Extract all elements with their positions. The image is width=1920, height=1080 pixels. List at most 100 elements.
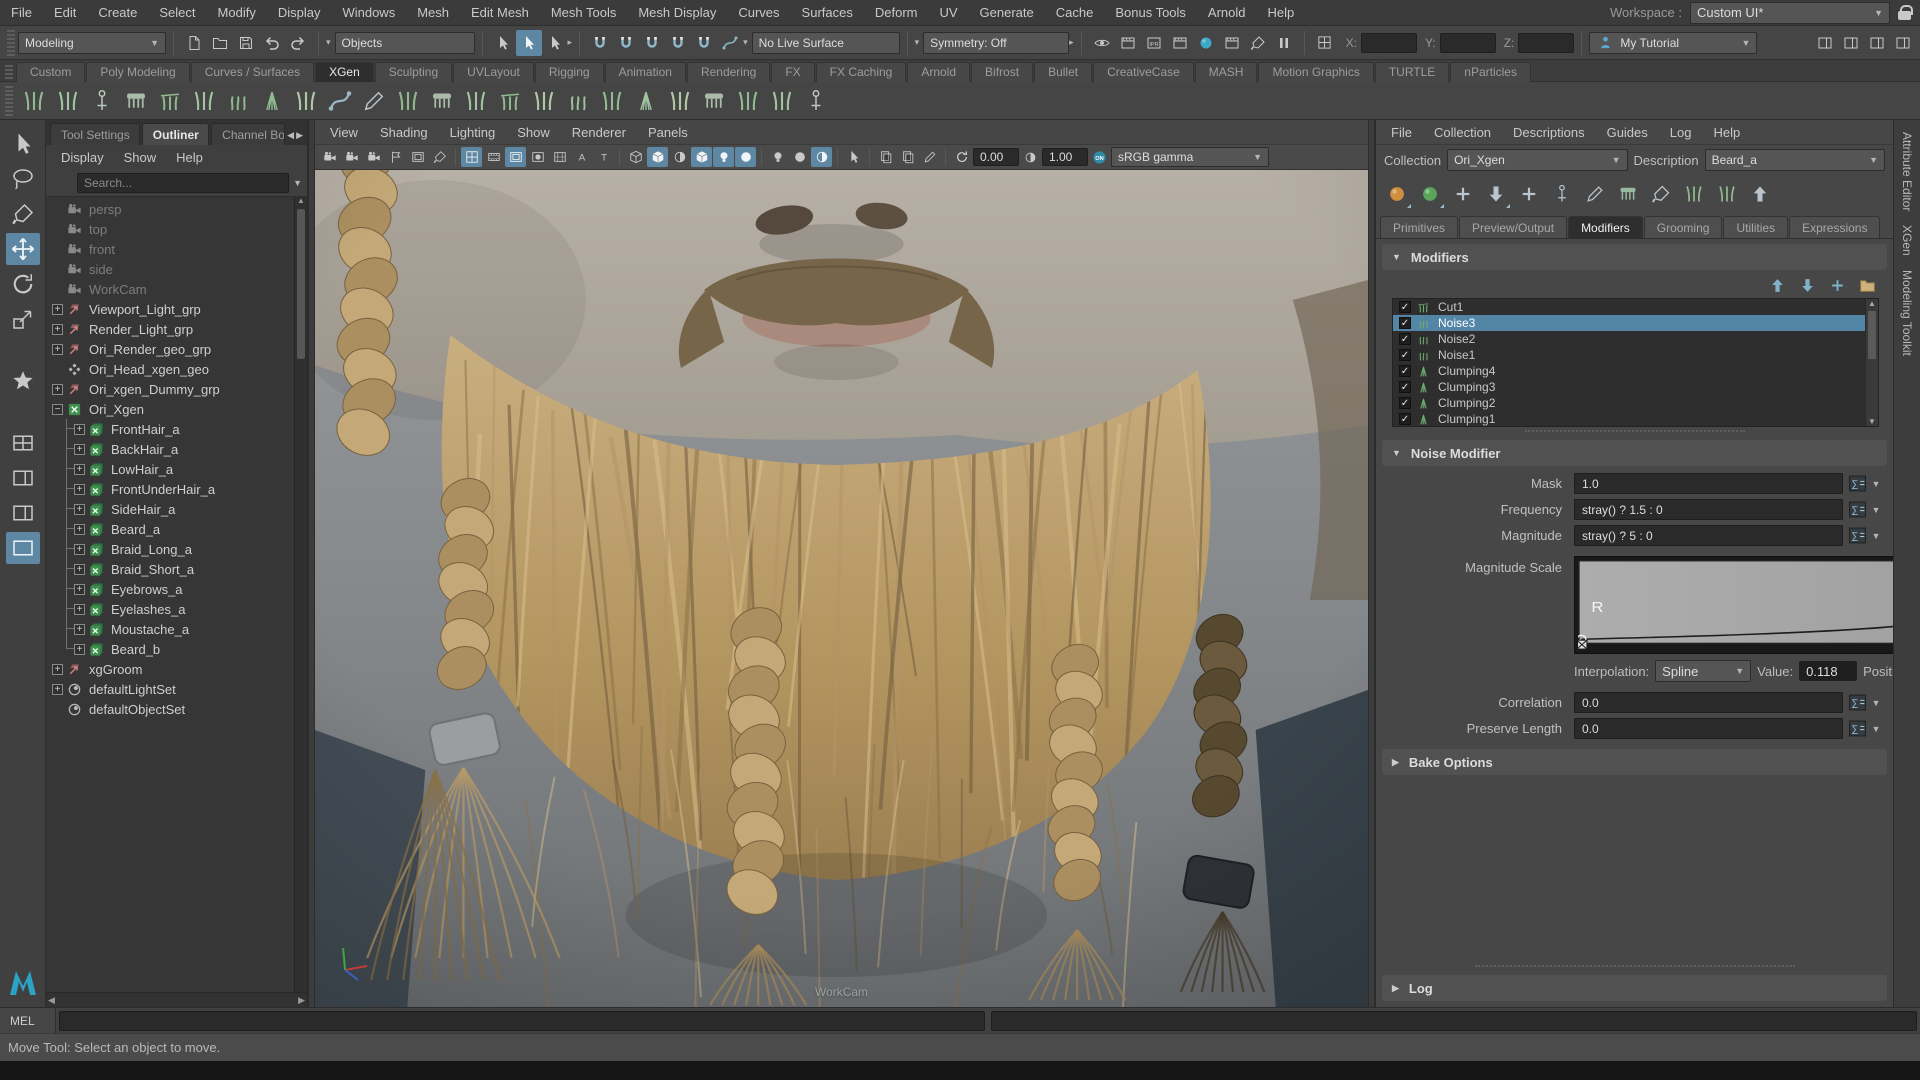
viewport-canvas[interactable]: WorkCam: [315, 170, 1368, 1007]
xgen-create-description-icon[interactable]: [1382, 179, 1412, 209]
correlation-field[interactable]: 0.0: [1574, 692, 1843, 713]
scroll-up-icon[interactable]: ▲: [295, 197, 307, 205]
outliner-item-render-light-grp[interactable]: +Render_Light_grp: [46, 319, 294, 339]
menu-generate[interactable]: Generate: [969, 5, 1045, 20]
outliner-item-beard-a[interactable]: +Beard_a: [46, 519, 294, 539]
xgen-interactive-groom-icon[interactable]: [732, 85, 764, 117]
exposure-icon[interactable]: [951, 147, 972, 167]
expression-icon[interactable]: ∑: [1849, 501, 1869, 518]
render-view-icon[interactable]: [1089, 30, 1115, 56]
modifier-enabled-checkbox[interactable]: ✓: [1399, 397, 1411, 409]
expand-icon[interactable]: +: [52, 324, 63, 335]
scroll-left-icon[interactable]: ◀: [48, 995, 55, 1006]
layout-four-view[interactable]: [6, 427, 40, 459]
live-surface-field[interactable]: No Live Surface: [752, 32, 900, 54]
xgen-region-brush-icon[interactable]: [528, 85, 560, 117]
shelf-tab-fx[interactable]: FX: [771, 62, 814, 82]
image-plane-icon[interactable]: [407, 147, 428, 167]
modifier-enabled-checkbox[interactable]: ✓: [1399, 349, 1411, 361]
gamma-icon[interactable]: [1020, 147, 1041, 167]
symmetry-combo[interactable]: Symmetry: Off: [923, 32, 1069, 54]
xgen-tab-preview-output[interactable]: Preview/Output: [1459, 216, 1567, 238]
value-field[interactable]: 0.118: [1799, 661, 1857, 681]
xgen-elevation-brush-icon[interactable]: [664, 85, 696, 117]
preserve-length-field[interactable]: 0.0: [1574, 718, 1843, 739]
snap-to-projected-center-icon[interactable]: [665, 30, 691, 56]
xgen-part-brush-icon[interactable]: [630, 85, 662, 117]
outliner-item-top[interactable]: top: [46, 219, 294, 239]
paint-effects-icon[interactable]: [1245, 30, 1271, 56]
xgen-smooth-brush-icon[interactable]: [596, 85, 628, 117]
collection-combo[interactable]: Ori_Xgen ▼: [1447, 149, 1627, 171]
xgen-tab-grooming[interactable]: Grooming: [1644, 216, 1723, 238]
shelf-tab-xgen[interactable]: XGen: [315, 62, 374, 82]
snap-to-point-icon[interactable]: [639, 30, 665, 56]
xgen-edit-guides-icon[interactable]: [1580, 179, 1610, 209]
xgen-tab-primitives[interactable]: Primitives: [1380, 216, 1458, 238]
paint-select-tool[interactable]: [6, 198, 40, 230]
x-coordinate-field[interactable]: [1361, 33, 1417, 53]
menu-curves[interactable]: Curves: [727, 5, 790, 20]
menu-modify[interactable]: Modify: [207, 5, 267, 20]
shelf-tab-rendering[interactable]: Rendering: [687, 62, 770, 82]
outliner-item-lowhair-a[interactable]: +LowHair_a: [46, 459, 294, 479]
y-coordinate-field[interactable]: [1440, 33, 1496, 53]
menu-edit[interactable]: Edit: [43, 5, 87, 20]
menu-bonus-tools[interactable]: Bonus Tools: [1104, 5, 1197, 20]
save-scene-icon[interactable]: [233, 30, 259, 56]
hypershade-icon[interactable]: [1193, 30, 1219, 56]
last-tool-used[interactable]: [6, 365, 40, 397]
wireframe-icon[interactable]: [625, 147, 646, 167]
outliner-item-ori-render-geo-grp[interactable]: +Ori_Render_geo_grp: [46, 339, 294, 359]
scroll-thumb[interactable]: [297, 209, 305, 359]
outliner-item-eyebrows-a[interactable]: +Eyebrows_a: [46, 579, 294, 599]
select-tool[interactable]: [6, 128, 40, 160]
grease-pencil-icon[interactable]: [919, 147, 940, 167]
side-tab-xgen[interactable]: XGen: [1900, 225, 1914, 256]
expand-icon[interactable]: +: [74, 464, 85, 475]
menu-mesh-display[interactable]: Mesh Display: [627, 5, 727, 20]
ipr-render-icon[interactable]: IPR: [1141, 30, 1167, 56]
xgen-trim-brush-icon[interactable]: [494, 85, 526, 117]
pan-zoom-icon[interactable]: [429, 147, 450, 167]
isolate-select-icon[interactable]: [811, 147, 832, 167]
move-tool[interactable]: [6, 233, 40, 265]
outliner-item-moustache-a[interactable]: +Moustache_a: [46, 619, 294, 639]
outliner-item-fronthair-a[interactable]: +FrontHair_a: [46, 419, 294, 439]
expand-icon[interactable]: +: [52, 684, 63, 695]
panel-splitter[interactable]: [1368, 120, 1375, 1007]
panel-tab-outliner[interactable]: Outliner: [142, 123, 209, 145]
xgen-density-mask-icon[interactable]: [1712, 179, 1742, 209]
search-input[interactable]: [77, 173, 289, 193]
outliner-hscrollbar[interactable]: ◀ ▶: [46, 992, 307, 1007]
modifier-enabled-checkbox[interactable]: ✓: [1399, 333, 1411, 345]
bake-options-section-header[interactable]: ▶ Bake Options: [1382, 749, 1887, 775]
outliner-item-defaultobjectset[interactable]: defaultObjectSet: [46, 699, 294, 719]
menu-deform[interactable]: Deform: [864, 5, 929, 20]
bookmark-icon[interactable]: [385, 147, 406, 167]
viewport-menu-show[interactable]: Show: [506, 125, 561, 140]
expand-icon[interactable]: +: [74, 444, 85, 455]
xgen-comb-brush-icon[interactable]: [426, 85, 458, 117]
chevron-down-icon[interactable]: ▼: [1869, 698, 1883, 708]
expand-icon[interactable]: +: [52, 344, 63, 355]
splitter-dots[interactable]: [1376, 427, 1893, 435]
chevron-down-icon[interactable]: ▼: [1869, 724, 1883, 734]
xgen-freeze-brush-icon[interactable]: [562, 85, 594, 117]
lock-camera-icon[interactable]: [341, 147, 362, 167]
expand-icon[interactable]: +: [74, 424, 85, 435]
scroll-up-icon[interactable]: ▲: [1866, 299, 1878, 308]
character-set-combo[interactable]: My Tutorial ▼: [1589, 32, 1757, 54]
undo-icon[interactable]: [259, 30, 285, 56]
panel-tab-channel-box[interactable]: Channel Box: [211, 123, 285, 145]
xgen-add-region-map-icon[interactable]: [1679, 179, 1709, 209]
z-coordinate-field[interactable]: [1518, 33, 1574, 53]
outliner-item-viewport-light-grp[interactable]: +Viewport_Light_grp: [46, 299, 294, 319]
scene-layers-icon[interactable]: [875, 147, 896, 167]
noise-modifier-section-header[interactable]: ▼ Noise Modifier: [1382, 440, 1887, 466]
shelf-tab-arnold[interactable]: Arnold: [907, 62, 970, 82]
safe-title-icon[interactable]: T: [593, 147, 614, 167]
shelf-icons-grip[interactable]: [5, 86, 13, 116]
layout-single-persp[interactable]: [6, 532, 40, 564]
menu-surfaces[interactable]: Surfaces: [791, 5, 864, 20]
